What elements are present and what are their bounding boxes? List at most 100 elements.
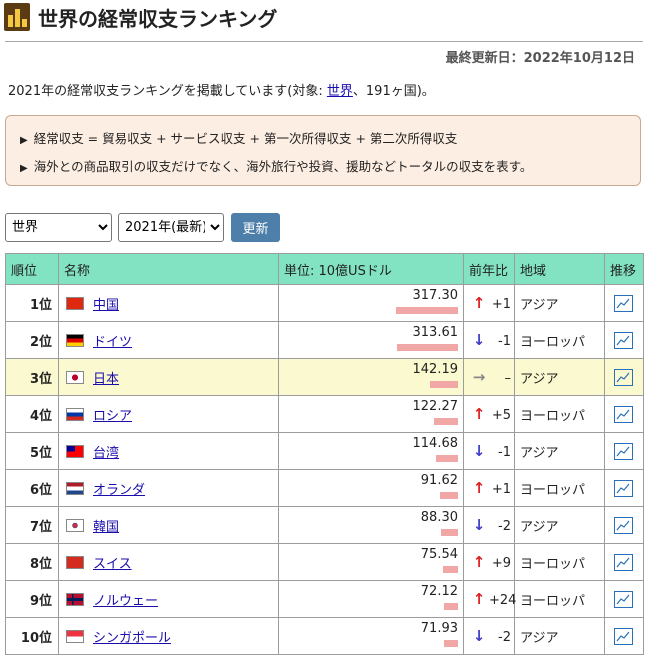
value-text: 75.54 [420,547,458,562]
change-cell: ↓ -2 [463,617,515,655]
value-bar [440,529,458,536]
table-row: 7位 韓国 88.30 ↓ -2 アジア [5,506,644,544]
flag-kr-icon [66,518,84,532]
bullet-arrow-icon: ▶ [20,163,28,174]
change-cell: ↑ +5 [463,395,515,433]
rank-cell: 4位 [5,395,59,433]
name-cell: 台湾 [58,432,279,470]
change-value: +24 [489,593,517,608]
name-cell: 中国 [58,284,279,322]
value-bar [435,455,458,462]
trend-chart-icon[interactable] [614,479,633,497]
trend-cell [604,580,644,618]
name-cell: ロシア [58,395,279,433]
country-link[interactable]: 中国 [93,298,119,313]
name-cell: 韓国 [58,506,279,544]
col-region[interactable]: 地域 [514,253,605,285]
table-row: 9位 ノルウェー 72.12 ↑ +24 ヨーロッパ [5,580,644,618]
rank-cell: 1位 [5,284,59,322]
value-cell: 91.62 [278,469,464,507]
col-change[interactable]: 前年比 [463,253,515,285]
trend-chart-icon[interactable] [614,590,633,608]
page-header: 世界の経常収支ランキング [0,0,648,38]
notice-line-2: ▶ 海外との商品取引の収支だけでなく、海外旅行や投資、援助などトータルの収支を表す… [20,156,532,175]
trend-cell [604,395,644,433]
change-value: +1 [491,482,511,497]
table-row: 10位 シンガポール 71.93 ↓ -2 アジア [5,617,644,655]
value-cell: 75.54 [278,543,464,581]
change-cell: ↓ -1 [463,321,515,359]
change-value: +1 [491,297,511,312]
country-link[interactable]: 日本 [93,372,119,387]
flag-ru-icon [66,407,84,421]
notice-text: 海外との商品取引の収支だけでなく、海外旅行や投資、援助などトータルの収支を表す。 [33,159,533,174]
name-cell: ドイツ [58,321,279,359]
value-cell: 313.61 [278,321,464,359]
country-link[interactable]: 韓国 [93,520,119,535]
name-cell: スイス [58,543,279,581]
intro-pre: 2021年の経常収支ランキングを掲載しています(対象: [8,84,327,99]
name-cell: オランダ [58,469,279,507]
trend-chart-icon[interactable] [614,294,633,312]
region-cell: アジア [514,284,605,322]
rank-cell: 3位 [5,358,59,396]
value-bar [440,492,458,499]
update-button[interactable]: 更新 [231,213,280,242]
table-header: 順位 名称 単位: 10億USドル 前年比 地域 推移 [5,253,644,285]
year-select[interactable]: 2021年(最新) [118,213,224,242]
value-bar [443,566,458,573]
value-bar [434,418,458,425]
change-cell: ↑ +1 [463,284,515,322]
change-cell: → – [463,358,515,396]
change-value: -2 [498,519,511,534]
col-rank[interactable]: 順位 [5,253,59,285]
up-arrow-icon: ↑ [472,590,486,608]
down-arrow-icon: ↓ [472,516,486,534]
table-row: 5位 台湾 114.68 ↓ -1 アジア [5,432,644,470]
trend-chart-icon[interactable] [614,405,633,423]
flag-de-icon [66,333,84,347]
value-text: 142.19 [412,362,459,377]
trend-chart-icon[interactable] [614,442,633,460]
world-link[interactable]: 世界 [327,84,353,99]
trend-chart-icon[interactable] [614,553,633,571]
trend-chart-icon[interactable] [614,516,633,534]
trend-chart-icon[interactable] [614,368,633,386]
ranking-logo-icon [4,3,30,31]
country-link[interactable]: ロシア [93,409,132,424]
name-cell: シンガポール [58,617,279,655]
value-text: 72.12 [420,584,458,599]
country-link[interactable]: ノルウェー [93,594,158,609]
table-row: 8位 スイス 75.54 ↑ +9 ヨーロッパ [5,543,644,581]
region-select[interactable]: 世界 [5,213,112,242]
rank-cell: 6位 [5,469,59,507]
trend-chart-icon[interactable] [614,331,633,349]
table-row: 4位 ロシア 122.27 ↑ +5 ヨーロッパ [5,395,644,433]
country-link[interactable]: シンガポール [93,631,171,646]
col-name[interactable]: 名称 [58,253,279,285]
country-link[interactable]: オランダ [93,483,145,498]
value-text: 88.30 [420,510,458,525]
value-cell: 72.12 [278,580,464,618]
value-text: 71.93 [420,621,458,636]
region-cell: ヨーロッパ [514,543,605,581]
up-arrow-icon: ↑ [472,479,486,497]
intro-text: 2021年の経常収支ランキングを掲載しています(対象: 世界、191ヶ国)。 [8,80,435,99]
region-cell: アジア [514,506,605,544]
rank-cell: 7位 [5,506,59,544]
trend-cell [604,543,644,581]
table-row: 3位 日本 142.19 → – アジア [5,358,644,396]
col-trend[interactable]: 推移 [604,253,644,285]
country-link[interactable]: 台湾 [93,446,119,461]
change-value: -1 [498,334,511,349]
up-arrow-icon: ↑ [472,294,486,312]
region-cell: ヨーロッパ [514,469,605,507]
value-text: 317.30 [412,288,459,303]
trend-chart-icon[interactable] [614,627,633,645]
value-bar [443,640,458,647]
flag-tw-icon [66,444,84,458]
col-value[interactable]: 単位: 10億USドル [278,253,464,285]
country-link[interactable]: スイス [93,557,132,572]
name-cell: 日本 [58,358,279,396]
country-link[interactable]: ドイツ [93,335,132,350]
